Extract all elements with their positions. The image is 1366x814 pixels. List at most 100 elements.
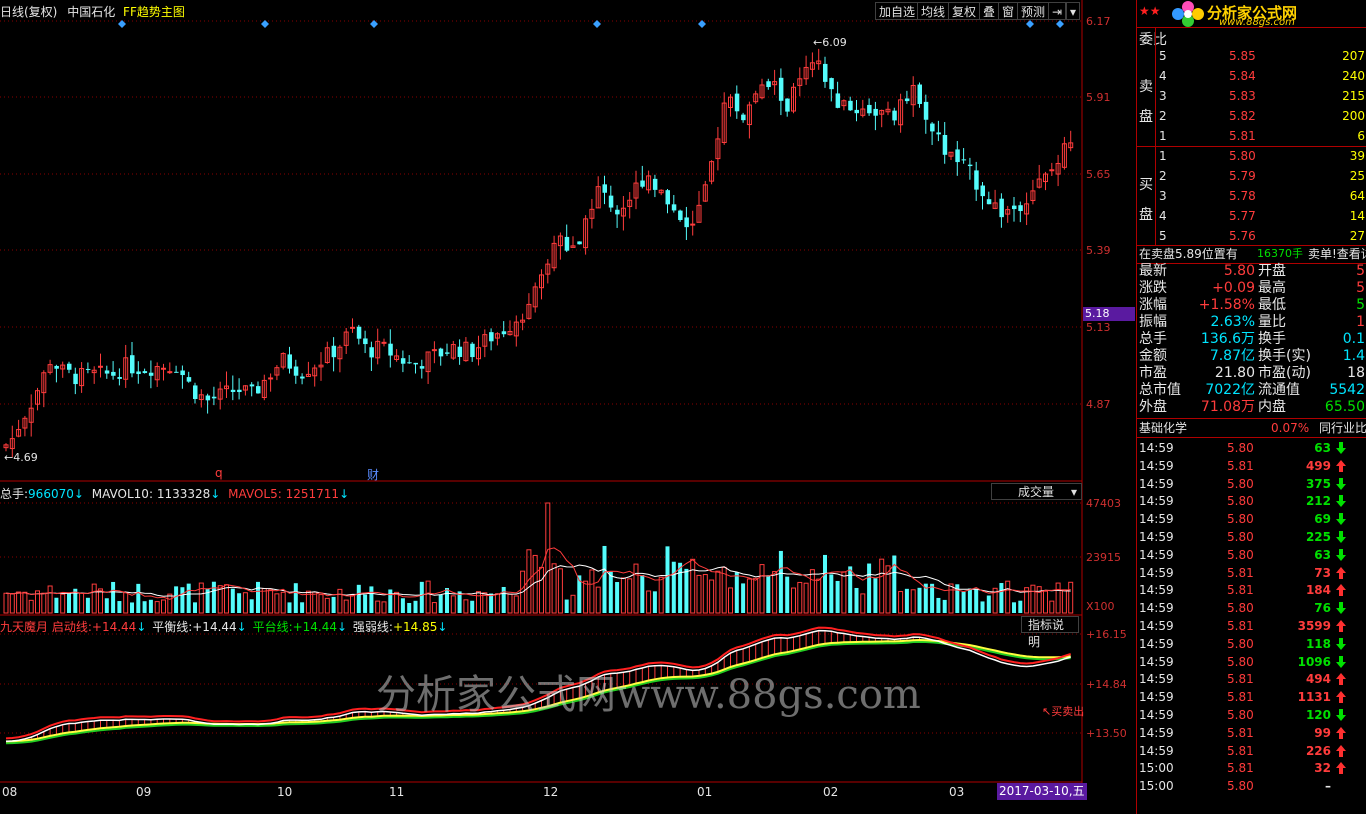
volume-type-dropdown[interactable]: 成交量 ▾: [991, 483, 1082, 500]
trade-price: 5.80: [1227, 601, 1254, 616]
platform-line-label: 平台线:: [252, 620, 293, 634]
bid-level-row: 1 5.80 39: [1137, 147, 1366, 165]
trade-volume: 118: [1305, 636, 1331, 651]
trade-time: 14:59: [1139, 601, 1174, 616]
candle-body: [407, 362, 412, 364]
sector-row[interactable]: 基础化学 0.07% 同行业比较: [1137, 419, 1366, 437]
volume-bar: [823, 554, 827, 613]
candle-body: [665, 190, 670, 205]
volume-bar: [28, 599, 34, 614]
trade-row: 14:59 5.80 76: [1137, 599, 1366, 617]
sector-compare-link[interactable]: 同行业比较: [1319, 419, 1366, 437]
bid-price: 5.77: [1229, 209, 1256, 223]
arrow-up-icon: [1336, 620, 1346, 632]
bid-volume: 14: [1349, 209, 1365, 223]
arrow-up-icon: [1336, 566, 1346, 579]
trade-time: 14:59: [1139, 690, 1174, 705]
indicator-name[interactable]: FF趋势主图: [123, 5, 185, 19]
expand-icon[interactable]: ⇥: [1048, 2, 1067, 20]
indicator-help-button[interactable]: 指标说明: [1021, 616, 1079, 649]
volume-bar: [759, 564, 765, 614]
volume-bar: [1043, 590, 1048, 614]
window-button[interactable]: 窗: [998, 2, 1019, 20]
balance-line-label: 平衡线:: [152, 620, 193, 634]
quote-row: 涨跌 +0.09 最高 5: [1137, 280, 1366, 297]
quote-value: 1: [1356, 314, 1365, 330]
event-marker-icon: [1056, 20, 1064, 28]
moving-average-button[interactable]: 均线: [917, 2, 950, 20]
candle-body: [999, 198, 1004, 218]
volume-bar: [261, 588, 267, 614]
candle-body: [923, 101, 929, 120]
chart-header: 日线(复权) 中国石化 FF趋势主图: [0, 3, 185, 20]
volume-bar: [678, 562, 683, 613]
arrow-down-icon: [1336, 495, 1346, 508]
trade-time: 14:59: [1139, 583, 1174, 598]
strength-line-label: 强弱线:: [352, 620, 393, 634]
candle-body: [381, 341, 387, 344]
volume-bar: [583, 580, 589, 614]
bid-volume: 64: [1349, 189, 1365, 203]
volume-bar: [148, 599, 153, 613]
price-axis-label: 6.17: [1086, 15, 1111, 28]
trade-volume: –: [1325, 779, 1331, 794]
volume-bar: [753, 577, 759, 614]
arrow-up-icon: [1336, 673, 1346, 686]
candle-body: [363, 338, 368, 345]
volume-bar: [256, 581, 260, 613]
quote-label: 涨幅: [1139, 297, 1167, 313]
candle-body: [980, 185, 985, 197]
arrow-down-icon: [1336, 513, 1346, 526]
trade-price: 5.81: [1227, 672, 1254, 687]
big-order-notice[interactable]: 在卖盘5.89位置有 16370手 卖单!查看详: [1137, 245, 1366, 263]
trade-time: 14:59: [1139, 547, 1174, 562]
buy-sell-annotation: ↖买卖出: [1042, 705, 1085, 718]
chart-area[interactable]: 日线(复权) 中国石化 FF趋势主图 加自选 均线 复权 叠 窗 预测 ⇥ ▾ …: [0, 0, 1136, 814]
candle-body: [457, 346, 463, 357]
candle-body: [766, 81, 771, 88]
volume-bar: [41, 592, 47, 614]
trade-volume: 63: [1314, 547, 1331, 562]
volume-bar: [91, 583, 97, 614]
date-axis-label: 03: [949, 785, 965, 799]
trade-price: 5.80: [1227, 547, 1254, 562]
arrow-up-icon: [1336, 744, 1346, 757]
event-markers: [118, 20, 1064, 28]
volume-bar: [696, 574, 702, 614]
candle-body: [130, 355, 135, 374]
bid-price: 5.79: [1229, 169, 1256, 183]
adjust-price-button[interactable]: 复权: [948, 2, 981, 20]
bid-level-row: 4 5.77 14: [1137, 207, 1366, 225]
quote-label: 内盘: [1258, 399, 1286, 415]
ask-level-row: 3 5.83 215: [1137, 87, 1366, 105]
trade-time: 14:59: [1139, 636, 1174, 651]
ask-price: 5.83: [1229, 89, 1256, 103]
candle-body: [892, 110, 897, 121]
volume-axis-label: 23915: [1086, 551, 1121, 564]
volume-bar: [47, 585, 53, 614]
menu-dropdown-icon[interactable]: ▾: [1066, 2, 1081, 20]
volume-bar: [293, 583, 298, 613]
candle-body: [388, 343, 393, 356]
quote-label: 振幅: [1139, 314, 1167, 330]
forecast-button[interactable]: 预测: [1017, 2, 1050, 20]
volume-bar: [117, 601, 122, 613]
volume-bar: [513, 595, 519, 614]
trade-row: 14:59 5.80 225: [1137, 528, 1366, 546]
mark-finance[interactable]: 财: [367, 466, 379, 483]
rating-stars: ★★: [1139, 4, 1161, 18]
candle-body: [249, 384, 255, 387]
candle-body: [829, 78, 834, 90]
ask-price: 5.82: [1229, 109, 1256, 123]
trade-row: 14:59 5.81 184: [1137, 581, 1366, 599]
period-label[interactable]: 日线(复权): [0, 5, 57, 19]
add-watchlist-button[interactable]: 加自选: [875, 2, 920, 20]
volume-bar: [778, 550, 783, 613]
order-ratio-label: 委比: [1139, 32, 1167, 48]
candle-body: [734, 93, 740, 112]
price-axis-label: 5.65: [1086, 168, 1111, 181]
volume-header: 总手:966070↓ MAVOL10: 1133328↓ MAVOL5: 125…: [0, 487, 350, 501]
price-axis-label: 5.39: [1086, 244, 1111, 257]
volume-bar: [671, 561, 676, 613]
overlay-button[interactable]: 叠: [979, 2, 1000, 20]
